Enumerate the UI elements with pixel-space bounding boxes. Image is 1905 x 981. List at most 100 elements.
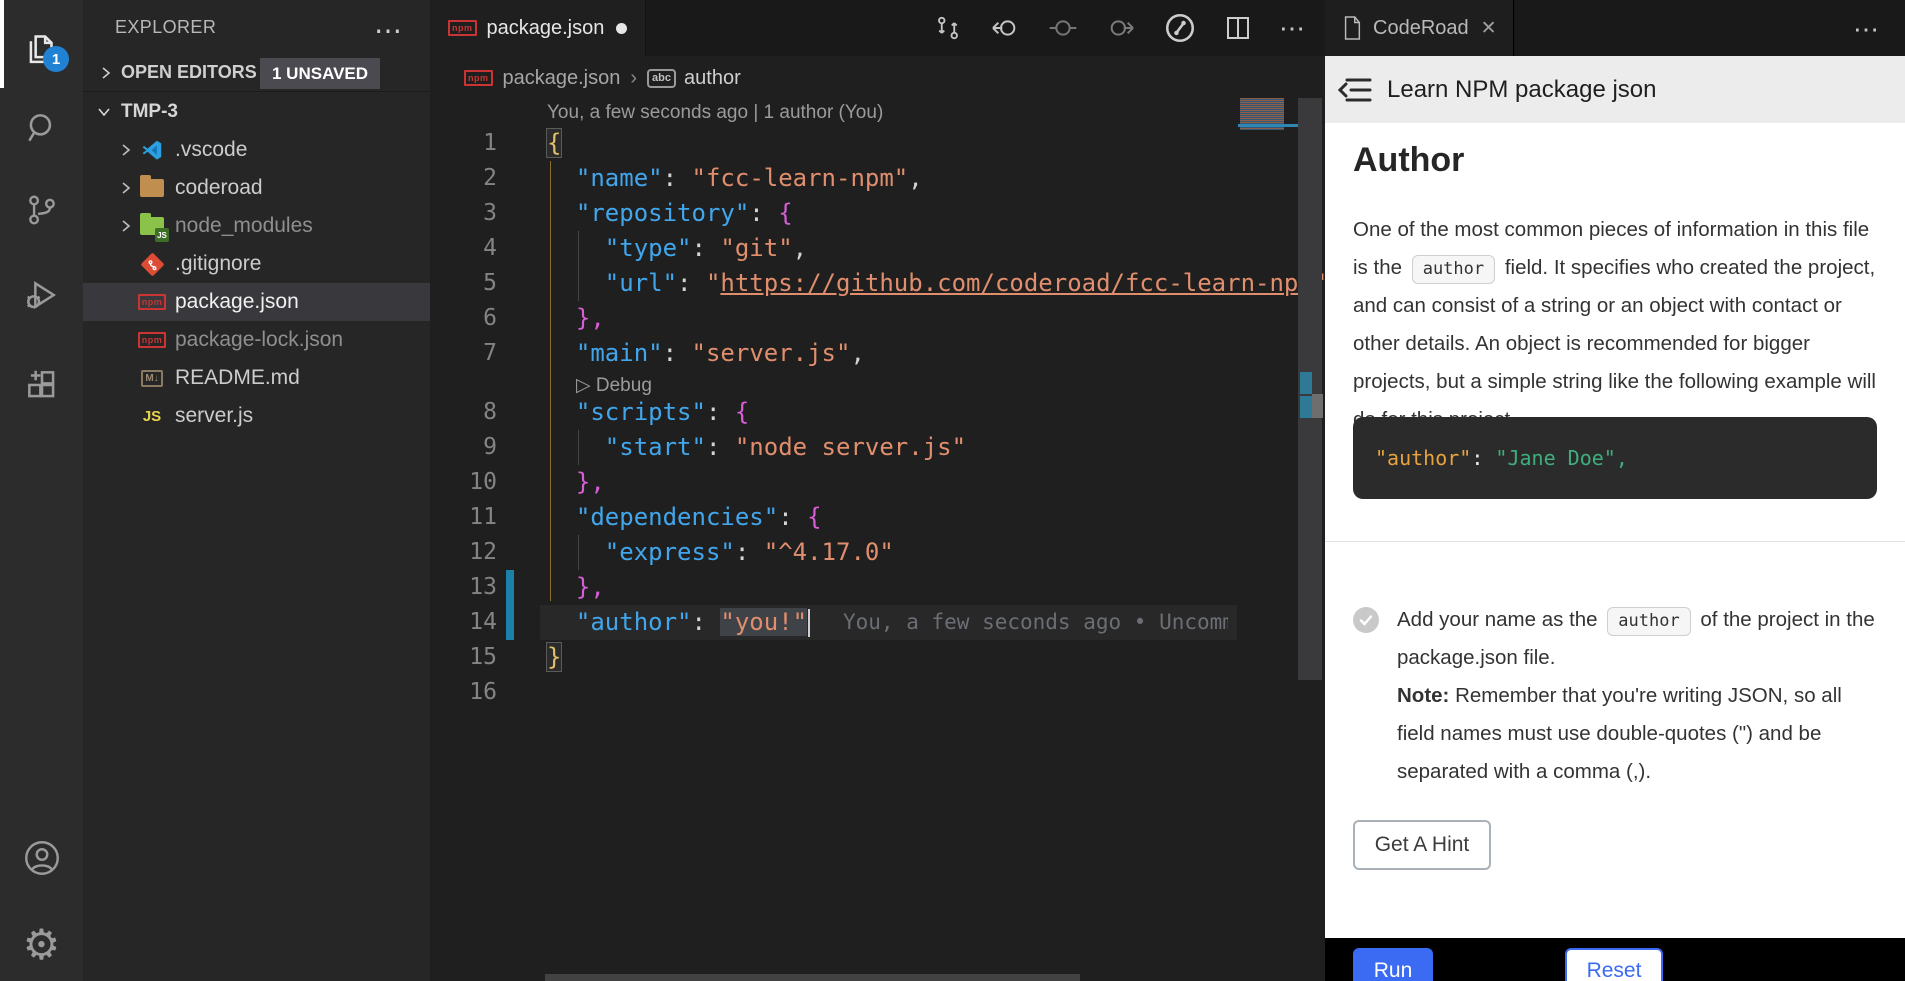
coderoad-panel: CodeRoad ✕ ⋯ Learn NPM package json Auth… <box>1325 0 1905 981</box>
minimap-current-line <box>1238 124 1298 127</box>
tree-item-readme[interactable]: M↓ README.md <box>83 359 430 397</box>
panel-footer: Run Reset <box>1325 938 1905 981</box>
chevron-right-icon <box>97 64 115 82</box>
back-menu-icon[interactable] <box>1337 75 1373 105</box>
search-icon[interactable] <box>0 88 83 168</box>
explorer-badge: 1 <box>43 46 69 72</box>
close-icon[interactable]: ✕ <box>1481 17 1497 40</box>
task-item: Add your name as the author of the proje… <box>1353 601 1883 791</box>
reset-button[interactable]: Reset <box>1565 948 1663 981</box>
run-tutorial-icon[interactable] <box>1163 11 1197 45</box>
tutorial-title: Learn NPM package json <box>1387 76 1656 104</box>
text-cursor <box>808 609 810 637</box>
highlighted-word: "you!" <box>720 608 807 636</box>
chevron-right-icon: › <box>630 67 637 90</box>
unsaved-count-badge: 1 UNSAVED <box>260 58 380 89</box>
blame-codelens[interactable]: You, a few seconds ago | 1 author (You) <box>547 100 883 126</box>
root-folder-label: TMP-3 <box>121 101 178 123</box>
tree-item-label: README.md <box>175 366 300 390</box>
explorer-icon[interactable]: 1 <box>0 6 83 86</box>
step-forward-icon[interactable] <box>1105 12 1137 44</box>
editor-group: npm package.json <box>430 0 1325 981</box>
explorer-sidebar: EXPLORER ⋯ OPEN EDITORS 1 UNSAVED TMP-3 <box>83 0 430 981</box>
minimap[interactable] <box>1238 98 1298 138</box>
breadcrumb-symbol[interactable]: author <box>684 67 741 90</box>
url-link[interactable]: https://github.com/coderoad/fcc-learn-np… <box>720 269 1312 297</box>
overview-ruler-modified-mark <box>1300 372 1312 394</box>
tab-coderoad[interactable]: CodeRoad ✕ <box>1325 0 1514 56</box>
tree-item-coderoad[interactable]: coderoad <box>83 169 430 207</box>
overview-ruler-modified-mark <box>1300 396 1312 418</box>
breadcrumb-file[interactable]: package.json <box>503 67 621 90</box>
sidebar-header: EXPLORER ⋯ <box>83 0 430 54</box>
file-tree: TMP-3 .vscode coderoad JS node_modules <box>83 93 430 435</box>
editor-actions: ⋯ <box>933 0 1307 56</box>
tree-item-label: .gitignore <box>175 252 261 276</box>
more-actions-icon[interactable]: ⋯ <box>1279 13 1307 44</box>
task-text: Add your name as the author of the proje… <box>1397 601 1877 791</box>
lesson-heading: Author <box>1353 141 1464 180</box>
chevron-right-icon <box>117 217 139 235</box>
note-label: Note: <box>1397 684 1449 707</box>
chevron-right-icon <box>117 141 139 159</box>
inline-code-chip: author <box>1607 607 1690 636</box>
sidebar-title: EXPLORER <box>115 17 216 38</box>
tutorial-content: Author One of the most common pieces of … <box>1325 123 1905 938</box>
source-control-icon[interactable] <box>0 170 83 250</box>
string-symbol-icon: abc <box>647 69 676 88</box>
tree-item-package-json[interactable]: npm package.json <box>83 283 430 321</box>
play-outline-icon: ▷ <box>576 375 596 396</box>
tab-label: package.json <box>487 17 605 40</box>
tree-item-package-lock-json[interactable]: npm package-lock.json <box>83 321 430 359</box>
tree-item-label: node_modules <box>175 214 313 238</box>
more-actions-icon[interactable]: ⋯ <box>1853 14 1881 45</box>
folder-icon <box>139 175 165 201</box>
tree-item-vscode[interactable]: .vscode <box>83 131 430 169</box>
account-icon[interactable] <box>0 818 83 898</box>
run-debug-icon[interactable] <box>0 255 83 335</box>
panel-tab-bar: CodeRoad ✕ ⋯ <box>1325 0 1905 56</box>
javascript-icon: JS <box>139 403 165 429</box>
unsaved-dot-icon[interactable] <box>616 23 627 34</box>
tab-package-json[interactable]: npm package.json <box>430 0 646 56</box>
run-button[interactable]: Run <box>1353 948 1433 981</box>
activity-bar: 1 ⚙ <box>0 0 83 981</box>
open-editors-label: OPEN EDITORS <box>121 62 257 83</box>
tree-root-folder[interactable]: TMP-3 <box>83 93 430 131</box>
npm-icon: npm <box>448 20 477 36</box>
editor-tab-bar: npm package.json <box>430 0 1325 56</box>
tab-label: CodeRoad <box>1373 17 1469 40</box>
tree-item-node-modules[interactable]: JS node_modules <box>83 207 430 245</box>
tree-item-label: server.js <box>175 404 253 428</box>
tree-item-label: .vscode <box>175 138 247 162</box>
split-editor-icon[interactable] <box>1223 13 1253 43</box>
lesson-paragraph: One of the most common pieces of informa… <box>1353 211 1883 439</box>
task-check-icon <box>1353 607 1379 633</box>
tree-item-label: coderoad <box>175 176 263 200</box>
extensions-icon[interactable] <box>0 345 83 425</box>
overview-ruler-cursor-mark <box>1312 394 1323 418</box>
tutorial-header: Learn NPM package json <box>1325 56 1905 123</box>
chevron-right-icon <box>117 179 139 197</box>
open-editors-section[interactable]: OPEN EDITORS 1 UNSAVED <box>83 54 430 92</box>
get-a-hint-button[interactable]: Get A Hint <box>1353 820 1491 870</box>
node-modules-folder-icon: JS <box>139 213 165 239</box>
tree-item-label: package.json <box>175 290 299 314</box>
breadcrumb: npm package.json › abc author <box>430 56 1325 100</box>
horizontal-scrollbar[interactable] <box>545 974 1080 981</box>
markdown-icon: M↓ <box>139 365 165 391</box>
record-toggle-icon[interactable] <box>1047 12 1079 44</box>
explorer-more-actions-icon[interactable]: ⋯ <box>374 14 402 47</box>
step-back-icon[interactable] <box>989 12 1021 44</box>
example-code-block: "author": "Jane Doe", <box>1353 417 1877 499</box>
code-area[interactable]: You, a few seconds ago | 1 author (You) … <box>430 100 1325 981</box>
divider <box>1325 541 1905 542</box>
tree-item-label: package-lock.json <box>175 328 343 352</box>
vscode-folder-icon <box>139 137 165 163</box>
settings-gear-icon[interactable]: ⚙ <box>0 905 83 981</box>
tree-item-server-js[interactable]: JS server.js <box>83 397 430 435</box>
vscode-window: 1 ⚙ EXPLORER ⋯ OPEN EDITORS <box>0 0 1905 981</box>
tree-item-gitignore[interactable]: .gitignore <box>83 245 430 283</box>
compare-changes-icon[interactable] <box>933 13 963 43</box>
inline-blame-annotation: You, a few seconds ago • Uncomm <box>843 605 1228 640</box>
